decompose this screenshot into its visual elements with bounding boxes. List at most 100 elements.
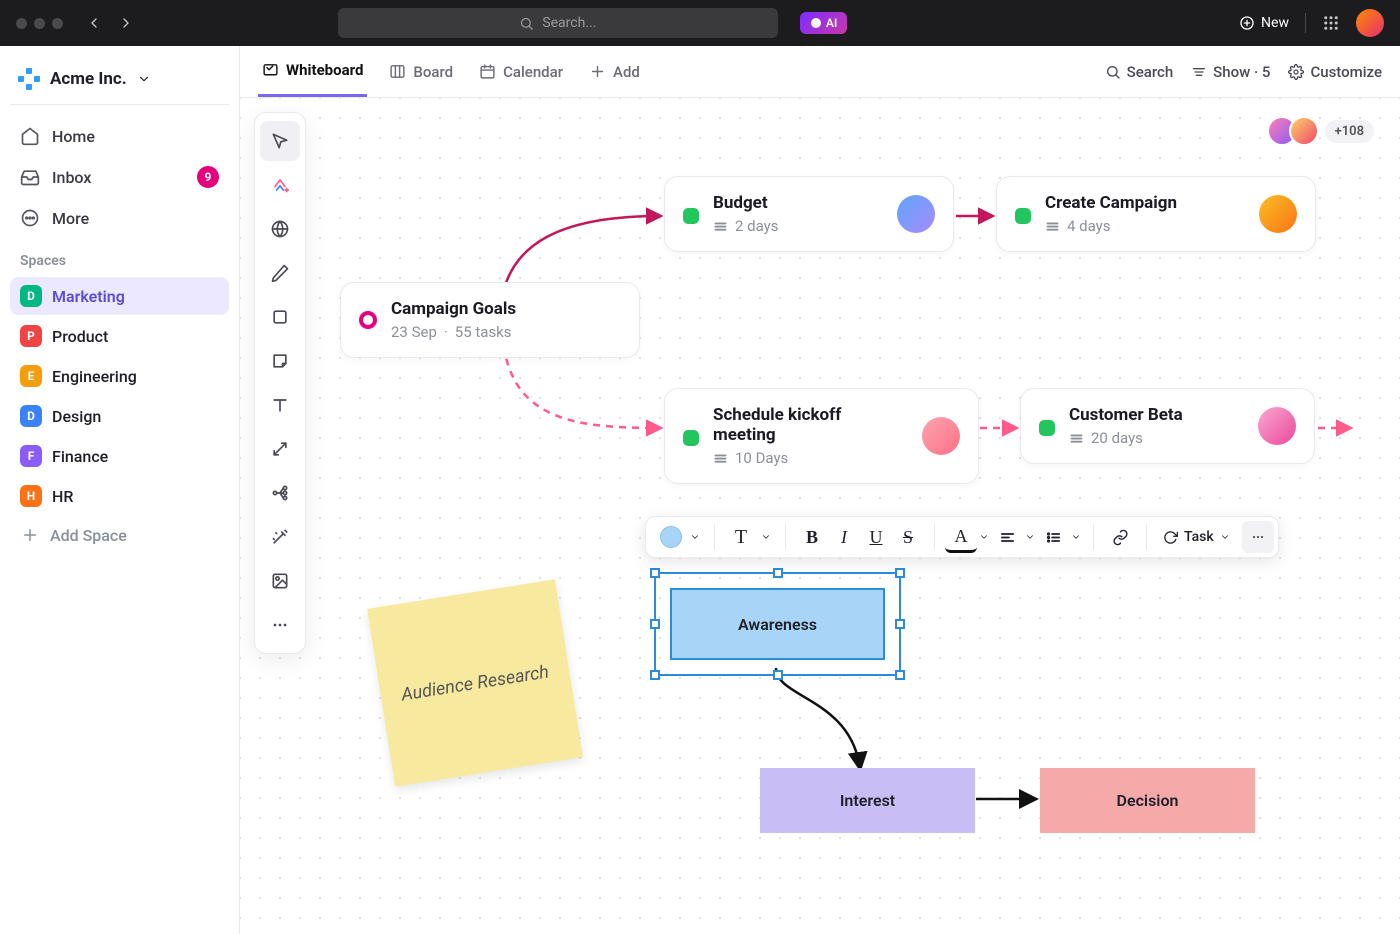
add-view-button[interactable]: Add bbox=[585, 46, 644, 97]
tool-connector[interactable] bbox=[260, 429, 300, 469]
tool-palette bbox=[254, 112, 306, 654]
tool-image[interactable] bbox=[260, 561, 300, 601]
add-space-button[interactable]: Add Space bbox=[10, 517, 229, 553]
card-create-campaign[interactable]: Create Campaign 4 days bbox=[996, 176, 1316, 252]
status-icon bbox=[1039, 420, 1055, 436]
flow-interest[interactable]: Interest bbox=[760, 768, 975, 833]
nav-more[interactable]: More bbox=[10, 199, 229, 237]
text-style-button[interactable]: T bbox=[725, 521, 757, 553]
assignee-avatar[interactable] bbox=[922, 417, 960, 455]
status-open-icon bbox=[359, 311, 377, 329]
inbox-badge: 9 bbox=[197, 166, 219, 188]
space-badge: H bbox=[20, 485, 42, 507]
more-icon bbox=[20, 208, 40, 228]
tool-web[interactable] bbox=[260, 209, 300, 249]
apps-grid-button[interactable] bbox=[1322, 14, 1340, 32]
tool-more[interactable] bbox=[260, 605, 300, 645]
tool-pen[interactable] bbox=[260, 253, 300, 293]
tool-shape[interactable] bbox=[260, 297, 300, 337]
home-icon bbox=[20, 126, 40, 146]
inbox-icon bbox=[20, 167, 40, 187]
format-toolbar: T B I U S A bbox=[645, 516, 1279, 558]
underline-button[interactable]: U bbox=[860, 521, 892, 553]
tab-board[interactable]: Board bbox=[385, 46, 457, 97]
tab-calendar[interactable]: Calendar bbox=[475, 46, 567, 97]
list-dropdown[interactable] bbox=[1069, 521, 1083, 553]
card-budget[interactable]: Budget 2 days bbox=[664, 176, 954, 252]
space-badge: D bbox=[20, 285, 42, 307]
tool-select[interactable] bbox=[260, 121, 300, 161]
flow-awareness[interactable]: Awareness bbox=[670, 588, 885, 660]
workspace-name: Acme Inc. bbox=[50, 69, 127, 89]
whiteboard-canvas[interactable]: +108 bbox=[240, 98, 1400, 934]
space-badge: P bbox=[20, 325, 42, 347]
card-customer-beta[interactable]: Customer Beta 20 days bbox=[1020, 388, 1315, 464]
space-engineering[interactable]: E Engineering bbox=[10, 357, 229, 395]
whiteboard-icon bbox=[262, 62, 279, 79]
align-dropdown[interactable] bbox=[1023, 521, 1037, 553]
fill-color-button[interactable] bbox=[654, 521, 686, 553]
tool-sticky[interactable] bbox=[260, 341, 300, 381]
nav-back-button[interactable] bbox=[85, 14, 103, 32]
new-button[interactable]: New bbox=[1239, 15, 1289, 31]
flow-decision[interactable]: Decision bbox=[1040, 768, 1255, 833]
collaborators-overflow[interactable]: +108 bbox=[1325, 120, 1374, 143]
card-schedule-kickoff[interactable]: Schedule kickoff meeting 10 Days bbox=[664, 388, 979, 484]
collaborator-avatar[interactable] bbox=[1289, 116, 1319, 146]
assignee-avatar[interactable] bbox=[1258, 407, 1296, 445]
user-avatar[interactable] bbox=[1356, 9, 1384, 37]
status-icon bbox=[683, 208, 699, 224]
card-campaign-goals[interactable]: Campaign Goals 23 Sep · 55 tasks bbox=[340, 282, 640, 358]
main: Whiteboard Board Calendar Add bbox=[240, 46, 1400, 934]
board-icon bbox=[389, 63, 406, 80]
nav-inbox[interactable]: Inbox 9 bbox=[10, 157, 229, 197]
space-finance[interactable]: F Finance bbox=[10, 437, 229, 475]
link-button[interactable] bbox=[1104, 521, 1136, 553]
strikethrough-button[interactable]: S bbox=[892, 521, 924, 553]
divider bbox=[1305, 13, 1306, 33]
view-show-button[interactable]: Show · 5 bbox=[1191, 63, 1270, 81]
align-button[interactable] bbox=[991, 521, 1023, 553]
tool-effects[interactable] bbox=[260, 517, 300, 557]
convert-to-task-button[interactable]: Task bbox=[1153, 529, 1240, 545]
status-icon bbox=[1015, 208, 1031, 224]
space-badge: E bbox=[20, 365, 42, 387]
view-search-button[interactable]: Search bbox=[1105, 63, 1174, 81]
font-color-button[interactable]: A bbox=[945, 521, 977, 553]
status-icon bbox=[683, 430, 699, 446]
tab-whiteboard[interactable]: Whiteboard bbox=[258, 46, 367, 97]
space-product[interactable]: P Product bbox=[10, 317, 229, 355]
font-color-dropdown[interactable] bbox=[977, 521, 991, 553]
sticky-note[interactable]: Audience Research bbox=[367, 579, 583, 787]
text-style-dropdown[interactable] bbox=[757, 521, 775, 553]
window-controls[interactable] bbox=[16, 18, 63, 29]
plus-icon bbox=[20, 525, 40, 545]
workspace-logo-icon bbox=[18, 68, 40, 90]
toolbar-more-button[interactable] bbox=[1242, 521, 1274, 553]
plus-icon bbox=[589, 63, 606, 80]
view-customize-button[interactable]: Customize bbox=[1288, 63, 1382, 81]
fill-color-dropdown[interactable] bbox=[686, 521, 704, 553]
space-marketing[interactable]: D Marketing bbox=[10, 277, 229, 315]
list-button[interactable] bbox=[1037, 521, 1069, 553]
space-hr[interactable]: H HR bbox=[10, 477, 229, 515]
bold-button[interactable]: B bbox=[796, 521, 828, 553]
sidebar: Acme Inc. Home Inbox 9 More Spaces D Mar… bbox=[0, 46, 240, 934]
space-badge: D bbox=[20, 405, 42, 427]
assignee-avatar[interactable] bbox=[1259, 195, 1297, 233]
view-tabs: Whiteboard Board Calendar Add bbox=[240, 46, 1400, 98]
workspace-selector[interactable]: Acme Inc. bbox=[10, 60, 229, 105]
tool-mindmap[interactable] bbox=[260, 473, 300, 513]
space-badge: F bbox=[20, 445, 42, 467]
global-search[interactable]: Search... bbox=[338, 8, 778, 38]
italic-button[interactable]: I bbox=[828, 521, 860, 553]
calendar-icon bbox=[479, 63, 496, 80]
ai-button[interactable]: AI bbox=[800, 12, 847, 34]
tool-ai[interactable] bbox=[260, 165, 300, 205]
nav-forward-button[interactable] bbox=[117, 14, 135, 32]
space-design[interactable]: D Design bbox=[10, 397, 229, 435]
chevron-down-icon bbox=[137, 72, 151, 86]
nav-home[interactable]: Home bbox=[10, 117, 229, 155]
tool-text[interactable] bbox=[260, 385, 300, 425]
assignee-avatar[interactable] bbox=[897, 195, 935, 233]
